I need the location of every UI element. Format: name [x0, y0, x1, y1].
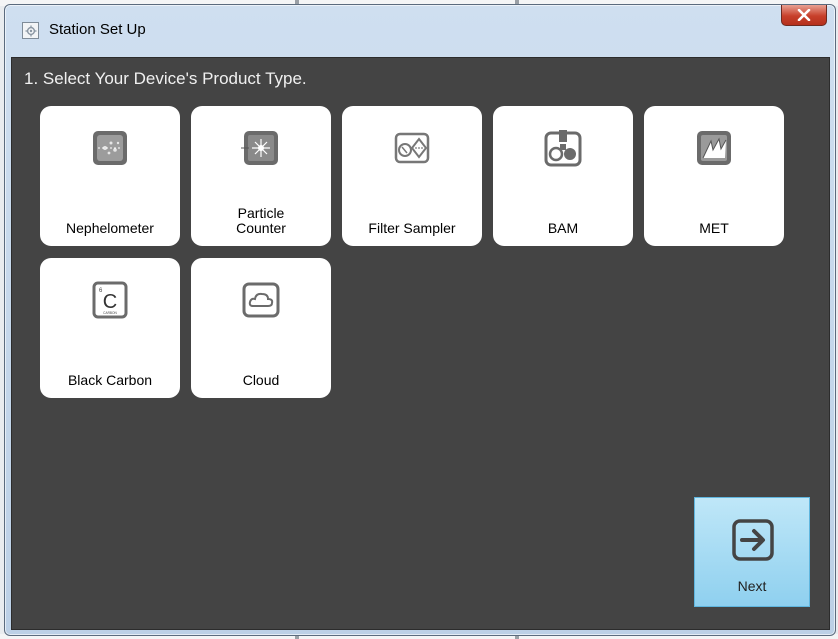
tile-particle-counter[interactable]: Particle Counter [191, 106, 331, 246]
tile-label: Particle Counter [236, 205, 286, 236]
nephelometer-icon [93, 131, 127, 165]
carbon-symbol: C [103, 291, 117, 313]
window-title: Station Set Up [49, 21, 146, 38]
close-button[interactable] [781, 5, 827, 26]
arrow-right-icon [732, 519, 774, 561]
tile-nephelometer[interactable]: Nephelometer [40, 106, 180, 246]
tile-black-carbon[interactable]: 6 C CARBON Black Carbon [40, 258, 180, 398]
cloud-icon [242, 282, 280, 318]
tile-label: Black Carbon [67, 372, 153, 388]
bam-icon [544, 130, 582, 167]
particle-counter-icon [241, 131, 278, 165]
next-label: Next [737, 578, 767, 594]
tile-bam[interactable]: BAM [493, 106, 633, 246]
tile-label: Nephelometer [66, 220, 154, 236]
tile-cloud[interactable]: Cloud [191, 258, 331, 398]
tile-label: MET [699, 220, 729, 236]
carbon-name: CARBON [103, 311, 117, 315]
met-icon [697, 131, 731, 165]
next-button[interactable]: Next [694, 497, 810, 607]
close-icon [797, 9, 811, 21]
black-carbon-icon: 6 C CARBON [92, 281, 128, 319]
instruction-text: 1. Select Your Device's Product Type. [24, 69, 307, 88]
tile-filter-sampler[interactable]: Filter Sampler [342, 106, 482, 246]
tile-met[interactable]: MET [644, 106, 784, 246]
settings-gear-icon [22, 22, 39, 39]
tile-label: Filter Sampler [368, 220, 456, 236]
tile-label: Cloud [242, 372, 280, 388]
filter-sampler-icon [394, 132, 430, 164]
title-bar[interactable]: Station Set Up [5, 5, 835, 55]
tile-label: BAM [547, 220, 579, 236]
